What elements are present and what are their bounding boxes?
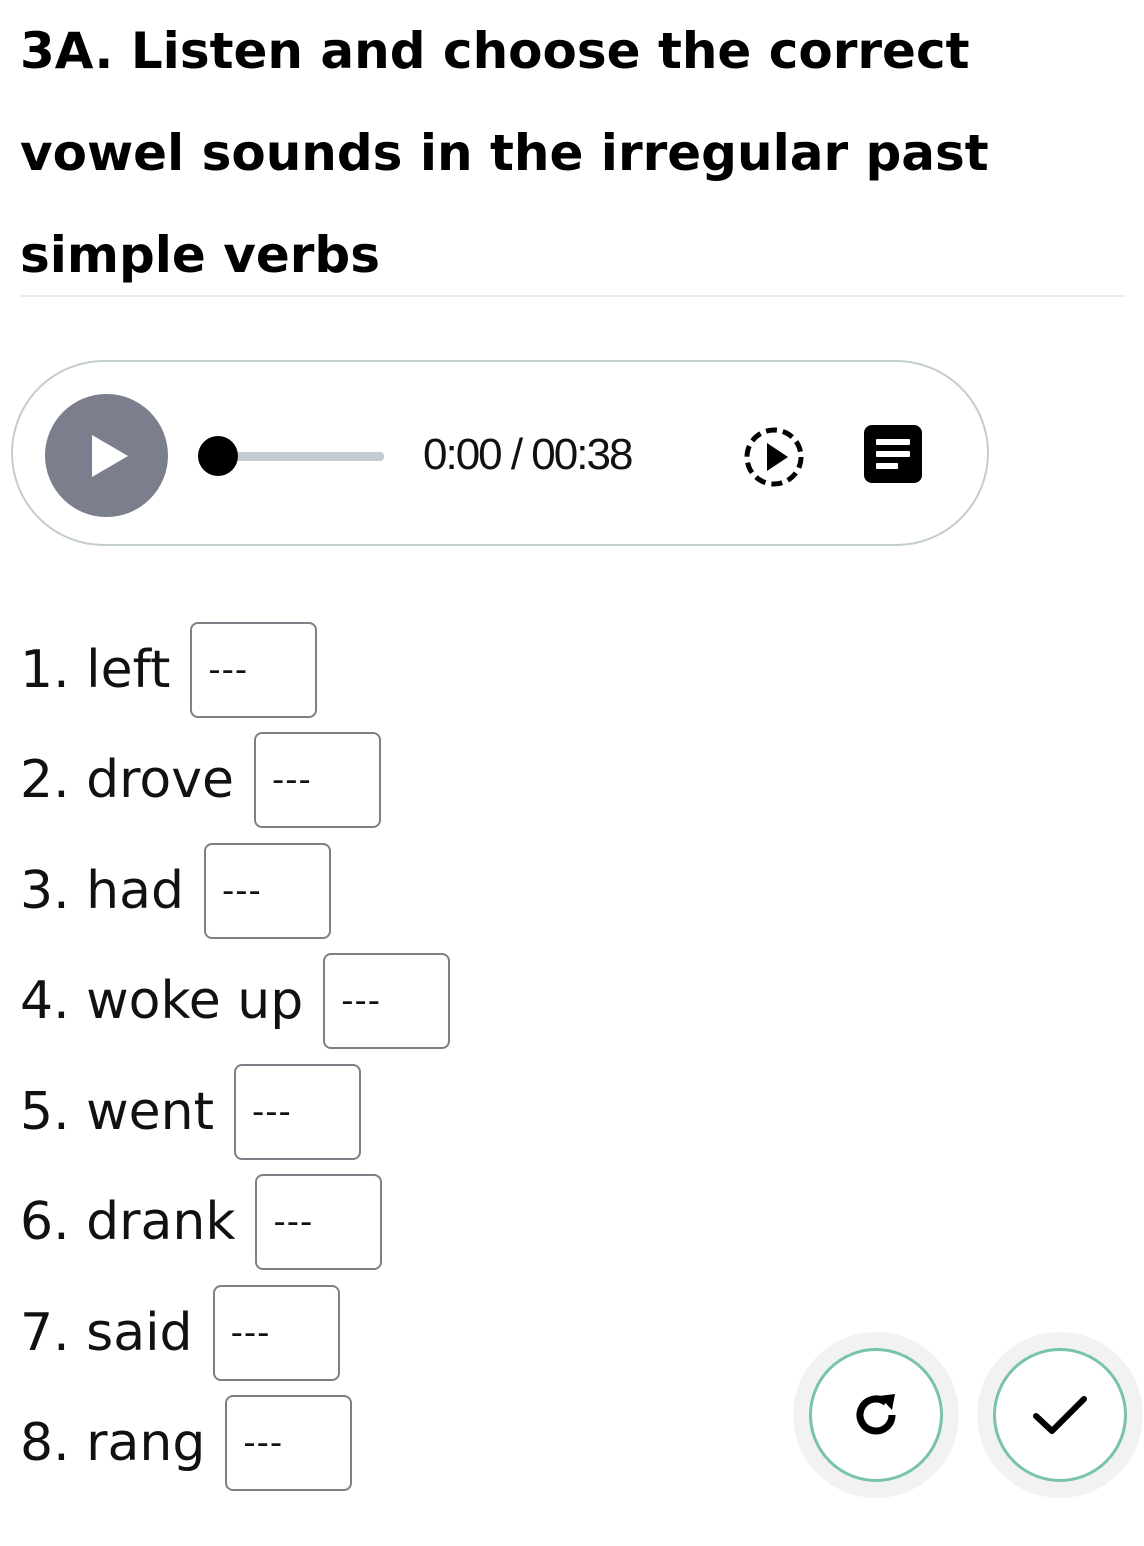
playback-speed-icon <box>744 427 804 487</box>
progress-track[interactable] <box>218 452 384 461</box>
question-label: 2. drove <box>20 750 234 810</box>
question-row-1: 1. left --- <box>20 622 318 718</box>
question-row-8: 8. rang --- <box>20 1395 353 1491</box>
check-icon <box>1033 1396 1087 1434</box>
question-label: 4. woke up <box>20 971 304 1031</box>
progress-thumb[interactable] <box>198 436 238 476</box>
answer-dropdown-4[interactable]: --- <box>323 953 451 1049</box>
question-label: 8. rang <box>20 1413 206 1473</box>
time-display: 0:00 / 00:38 <box>423 430 633 479</box>
answer-dropdown-3[interactable]: --- <box>203 843 331 939</box>
question-label: 7. said <box>20 1303 193 1363</box>
question-row-2: 2. drove --- <box>20 732 381 828</box>
audio-player: 0:00 / 00:38 <box>11 360 989 546</box>
playback-speed-button[interactable] <box>741 424 807 490</box>
check-button[interactable] <box>977 1332 1143 1498</box>
answer-dropdown-5[interactable]: --- <box>234 1064 362 1160</box>
play-icon <box>91 434 128 477</box>
question-label: 1. left <box>20 640 171 700</box>
answer-dropdown-7[interactable]: --- <box>212 1285 340 1381</box>
question-label: 5. went <box>20 1082 215 1142</box>
question-label: 6. drank <box>20 1192 236 1252</box>
answer-dropdown-8[interactable]: --- <box>225 1395 353 1491</box>
reset-icon <box>856 1394 896 1435</box>
reset-button[interactable] <box>793 1332 959 1498</box>
question-row-6: 6. drank --- <box>20 1174 383 1270</box>
question-row-4: 4. woke up --- <box>20 953 451 1049</box>
question-label: 3. had <box>20 861 184 921</box>
answer-dropdown-1[interactable]: --- <box>190 622 318 718</box>
question-row-7: 7. said --- <box>20 1285 340 1381</box>
question-row-5: 5. went --- <box>20 1064 362 1160</box>
answer-dropdown-6[interactable]: --- <box>255 1174 383 1270</box>
play-button[interactable] <box>45 394 168 517</box>
question-row-3: 3. had --- <box>20 843 331 939</box>
answer-dropdown-2[interactable]: --- <box>253 732 381 828</box>
exercise-title: 3A. Listen and choose the correct vowel … <box>20 22 989 284</box>
title-divider <box>20 295 1125 297</box>
transcript-button[interactable] <box>864 425 922 483</box>
